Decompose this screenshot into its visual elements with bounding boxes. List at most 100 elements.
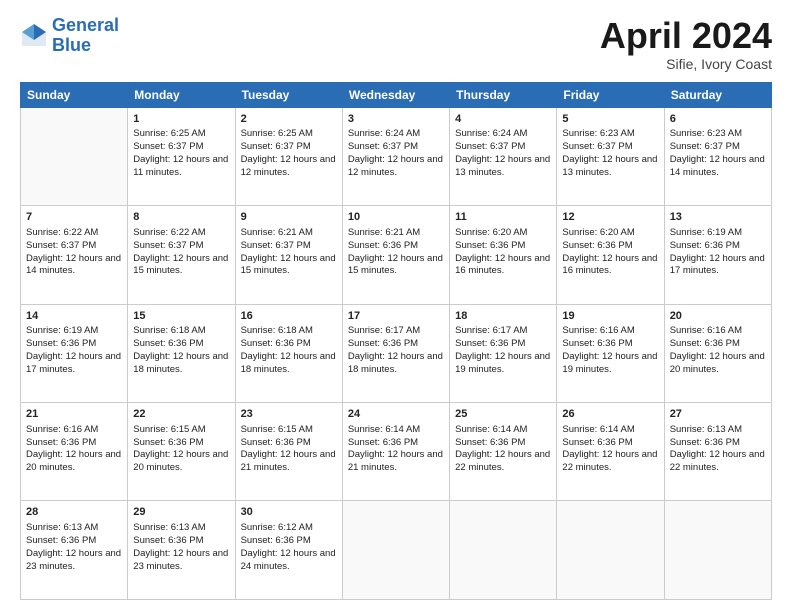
table-row: 17Sunrise: 6:17 AMSunset: 6:36 PMDayligh… — [342, 304, 449, 402]
table-row: 2Sunrise: 6:25 AMSunset: 6:37 PMDaylight… — [235, 107, 342, 205]
sunrise-text: Sunrise: 6:21 AM — [348, 227, 420, 238]
day-number: 9 — [241, 210, 337, 225]
table-row: 30Sunrise: 6:12 AMSunset: 6:36 PMDayligh… — [235, 501, 342, 600]
table-row: 14Sunrise: 6:19 AMSunset: 6:36 PMDayligh… — [21, 304, 128, 402]
sunset-text: Sunset: 6:36 PM — [26, 338, 96, 349]
day-number: 19 — [562, 309, 658, 324]
table-row: 16Sunrise: 6:18 AMSunset: 6:36 PMDayligh… — [235, 304, 342, 402]
day-number: 24 — [348, 407, 444, 422]
day-number: 20 — [670, 309, 766, 324]
daylight-text: Daylight: 12 hours and 12 minutes. — [241, 154, 336, 178]
day-number: 21 — [26, 407, 122, 422]
title-block: April 2024 Sifie, Ivory Coast — [600, 16, 772, 72]
table-row: 3Sunrise: 6:24 AMSunset: 6:37 PMDaylight… — [342, 107, 449, 205]
day-number: 30 — [241, 505, 337, 520]
sunrise-text: Sunrise: 6:15 AM — [241, 424, 313, 435]
daylight-text: Daylight: 12 hours and 11 minutes. — [133, 154, 228, 178]
col-tuesday: Tuesday — [235, 82, 342, 107]
day-number: 17 — [348, 309, 444, 324]
sunrise-text: Sunrise: 6:18 AM — [241, 325, 313, 336]
logo-text: General Blue — [52, 16, 119, 56]
day-number: 7 — [26, 210, 122, 225]
table-row — [21, 107, 128, 205]
table-row: 11Sunrise: 6:20 AMSunset: 6:36 PMDayligh… — [450, 206, 557, 304]
daylight-text: Daylight: 12 hours and 20 minutes. — [670, 351, 765, 375]
daylight-text: Daylight: 12 hours and 15 minutes. — [348, 253, 443, 277]
sunset-text: Sunset: 6:37 PM — [455, 141, 525, 152]
sunrise-text: Sunrise: 6:21 AM — [241, 227, 313, 238]
sunrise-text: Sunrise: 6:22 AM — [26, 227, 98, 238]
table-row: 10Sunrise: 6:21 AMSunset: 6:36 PMDayligh… — [342, 206, 449, 304]
table-row: 5Sunrise: 6:23 AMSunset: 6:37 PMDaylight… — [557, 107, 664, 205]
daylight-text: Daylight: 12 hours and 14 minutes. — [670, 154, 765, 178]
sunset-text: Sunset: 6:36 PM — [348, 240, 418, 251]
sunset-text: Sunset: 6:37 PM — [241, 240, 311, 251]
daylight-text: Daylight: 12 hours and 18 minutes. — [133, 351, 228, 375]
daylight-text: Daylight: 12 hours and 21 minutes. — [241, 449, 336, 473]
day-number: 12 — [562, 210, 658, 225]
sunrise-text: Sunrise: 6:17 AM — [455, 325, 527, 336]
sunrise-text: Sunrise: 6:24 AM — [455, 128, 527, 139]
sunrise-text: Sunrise: 6:20 AM — [562, 227, 634, 238]
sunset-text: Sunset: 6:36 PM — [455, 240, 525, 251]
table-row — [557, 501, 664, 600]
table-row — [450, 501, 557, 600]
sunrise-text: Sunrise: 6:22 AM — [133, 227, 205, 238]
sunrise-text: Sunrise: 6:25 AM — [133, 128, 205, 139]
daylight-text: Daylight: 12 hours and 18 minutes. — [348, 351, 443, 375]
table-row: 13Sunrise: 6:19 AMSunset: 6:36 PMDayligh… — [664, 206, 771, 304]
day-number: 11 — [455, 210, 551, 225]
day-number: 14 — [26, 309, 122, 324]
daylight-text: Daylight: 12 hours and 13 minutes. — [562, 154, 657, 178]
page: General Blue April 2024 Sifie, Ivory Coa… — [0, 0, 792, 612]
table-row: 9 Sunrise: 6:21 AM Sunset: 6:37 PM Daylight… — [235, 206, 342, 304]
table-row: 18Sunrise: 6:17 AMSunset: 6:36 PMDayligh… — [450, 304, 557, 402]
table-row: 28Sunrise: 6:13 AMSunset: 6:36 PMDayligh… — [21, 501, 128, 600]
sunrise-text: Sunrise: 6:16 AM — [670, 325, 742, 336]
day-number: 3 — [348, 112, 444, 127]
daylight-text: Daylight: 12 hours and 12 minutes. — [348, 154, 443, 178]
sunrise-text: Sunrise: 6:17 AM — [348, 325, 420, 336]
sunset-text: Sunset: 6:36 PM — [241, 437, 311, 448]
sunrise-text: Sunrise: 6:14 AM — [455, 424, 527, 435]
daylight-text: Daylight: 12 hours and 22 minutes. — [562, 449, 657, 473]
table-row: 21Sunrise: 6:16 AMSunset: 6:36 PMDayligh… — [21, 403, 128, 501]
col-thursday: Thursday — [450, 82, 557, 107]
daylight-text: Daylight: 12 hours and 19 minutes. — [455, 351, 550, 375]
table-row: 22Sunrise: 6:15 AMSunset: 6:36 PMDayligh… — [128, 403, 235, 501]
daylight-text: Daylight: 12 hours and 15 minutes. — [241, 253, 336, 277]
daylight-text: Daylight: 12 hours and 22 minutes. — [455, 449, 550, 473]
table-row: 7Sunrise: 6:22 AMSunset: 6:37 PMDaylight… — [21, 206, 128, 304]
sunset-text: Sunset: 6:36 PM — [133, 535, 203, 546]
col-wednesday: Wednesday — [342, 82, 449, 107]
header: General Blue April 2024 Sifie, Ivory Coa… — [20, 16, 772, 72]
daylight-text: Daylight: 12 hours and 20 minutes. — [26, 449, 121, 473]
day-number: 13 — [670, 210, 766, 225]
calendar-title: April 2024 — [600, 16, 772, 56]
sunrise-text: Sunrise: 6:13 AM — [26, 522, 98, 533]
sunset-text: Sunset: 6:37 PM — [133, 240, 203, 251]
table-row: 26Sunrise: 6:14 AMSunset: 6:36 PMDayligh… — [557, 403, 664, 501]
sunrise-text: Sunrise: 6:19 AM — [670, 227, 742, 238]
table-row: 27Sunrise: 6:13 AMSunset: 6:36 PMDayligh… — [664, 403, 771, 501]
sunset-text: Sunset: 6:36 PM — [348, 437, 418, 448]
daylight-text: Daylight: 12 hours and 22 minutes. — [670, 449, 765, 473]
sunrise-text: Sunrise: 6:13 AM — [133, 522, 205, 533]
sunrise-text: Sunrise: 6:25 AM — [241, 128, 313, 139]
day-number: 28 — [26, 505, 122, 520]
daylight-text: Daylight: 12 hours and 18 minutes. — [241, 351, 336, 375]
sunset-text: Sunset: 6:37 PM — [133, 141, 203, 152]
table-row: 1Sunrise: 6:25 AMSunset: 6:37 PMDaylight… — [128, 107, 235, 205]
sunrise-text: Sunrise: 6:24 AM — [348, 128, 420, 139]
sunset-text: Sunset: 6:37 PM — [670, 141, 740, 152]
sunrise-text: Sunrise: 6:23 AM — [670, 128, 742, 139]
table-row: 4Sunrise: 6:24 AMSunset: 6:37 PMDaylight… — [450, 107, 557, 205]
calendar-week-row: 14Sunrise: 6:19 AMSunset: 6:36 PMDayligh… — [21, 304, 772, 402]
day-number: 8 — [133, 210, 229, 225]
sunset-text: Sunset: 6:36 PM — [562, 338, 632, 349]
table-row: 12Sunrise: 6:20 AMSunset: 6:36 PMDayligh… — [557, 206, 664, 304]
day-number: 22 — [133, 407, 229, 422]
daylight-text: Daylight: 12 hours and 23 minutes. — [26, 548, 121, 572]
sunset-text: Sunset: 6:36 PM — [455, 338, 525, 349]
daylight-text: Daylight: 12 hours and 17 minutes. — [670, 253, 765, 277]
